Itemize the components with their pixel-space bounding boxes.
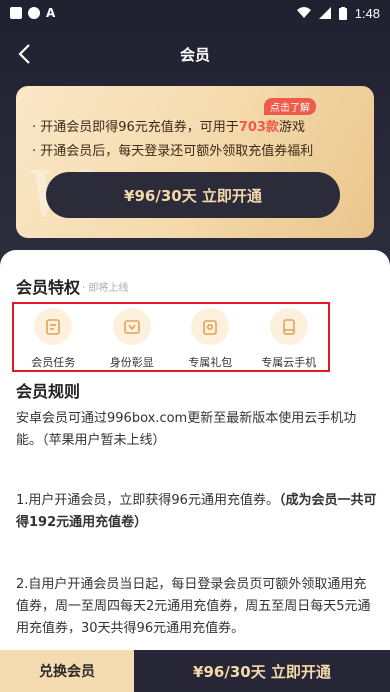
privilege-item-tasks[interactable]: 会员任务 bbox=[14, 304, 93, 370]
task-icon bbox=[34, 308, 73, 345]
a-icon: A bbox=[46, 6, 56, 20]
back-arrow-icon[interactable] bbox=[14, 42, 38, 66]
privilege-item-cloud-phone[interactable]: 专属云手机 bbox=[250, 304, 329, 370]
bottom-bar: 兑换会员 ¥96/30天 立即开通 bbox=[0, 650, 390, 692]
open-membership-card-button[interactable]: ¥96/30天 立即开通 bbox=[46, 172, 340, 218]
game-count[interactable]: 703款 bbox=[239, 120, 279, 135]
app-icon bbox=[28, 7, 40, 19]
rule-paragraph-2: 1.用户开通会员，立即获得96元通用充值券。（成为会员一共可得192元通用充值卷… bbox=[16, 493, 377, 530]
privilege-item-gift[interactable]: 专属礼包 bbox=[171, 304, 250, 370]
rules-title: 会员规则 bbox=[16, 382, 81, 401]
open-membership-button[interactable]: ¥96/30天 立即开通 bbox=[134, 650, 390, 692]
privilege-item-identity[interactable]: 身份彰显 bbox=[93, 304, 172, 370]
cloud-phone-icon bbox=[269, 308, 308, 345]
exchange-membership-button[interactable]: 兑换会员 bbox=[0, 650, 134, 692]
signal-icon bbox=[318, 7, 331, 19]
page-title: 会员 bbox=[179, 45, 210, 64]
privileges-list: 会员任务 身份彰显 专属礼包 专属云手机 bbox=[12, 302, 330, 372]
status-bar: A 1:48 bbox=[0, 0, 390, 26]
learn-more-tag[interactable]: 点击了解 bbox=[264, 98, 316, 115]
rule-paragraph-3: 2.自用户开通会员当日起，每日登录会员页可额外领取通用充值券，周一至周四每天2元… bbox=[16, 577, 371, 636]
badge-icon bbox=[112, 308, 151, 345]
rule-paragraph-1: 安卓会员可通过996box.com更新至最新版本使用云手机功能。（苹果用户暂未上… bbox=[16, 411, 357, 448]
wifi-icon bbox=[296, 7, 311, 18]
nav-bar: 会员 bbox=[0, 26, 390, 82]
privileges-subtitle: · 即将上线 bbox=[82, 283, 129, 294]
benefit-line-2: · 开通会员后，每天登录还可额外领取充值券福利 bbox=[32, 144, 314, 159]
battery-icon bbox=[338, 6, 347, 20]
gift-icon bbox=[191, 308, 230, 345]
clock: 1:48 bbox=[354, 5, 380, 21]
notification-icon bbox=[10, 7, 22, 19]
benefit-line-1: · 开通会员即得96元充值券，可用于703款游戏 bbox=[32, 120, 305, 135]
details-sheet: 会员特权 · 即将上线 会员任务 身份彰显 专属礼包 专属云手机 会员规则 安卓… bbox=[0, 250, 390, 650]
membership-card: W 点击了解 · 开通会员即得96元充值券，可用于703款游戏 · 开通会员后，… bbox=[16, 86, 374, 238]
privileges-title: 会员特权 bbox=[16, 278, 81, 297]
